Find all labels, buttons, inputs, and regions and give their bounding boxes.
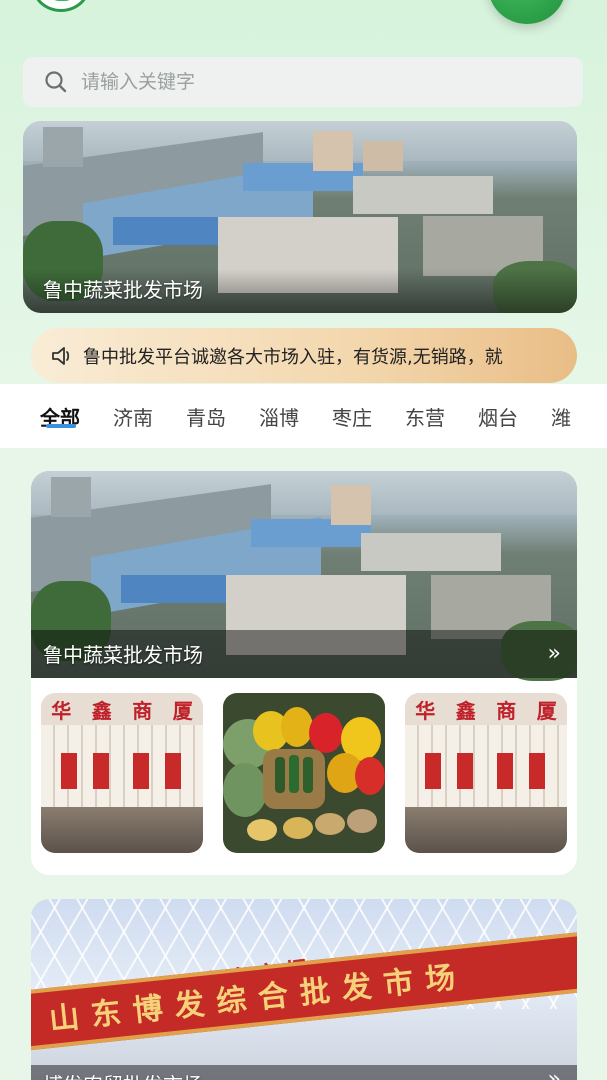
banner-caption: 鲁中蔬菜批发市场 bbox=[43, 278, 203, 302]
announcement-bar[interactable]: 鲁中批发平台诚邀各大市场入驻，有货源,无销路，就 bbox=[31, 328, 577, 383]
market-thumbnails: 华 鑫 商 厦 华 鑫 商 厦 bbox=[41, 693, 567, 853]
thumbnail-storefront[interactable]: 华 鑫 商 厦 bbox=[41, 693, 203, 853]
city-tabs: 全部 济南 青岛 淄博 枣庄 东营 烟台 潍 bbox=[0, 384, 607, 448]
storefront-sign: 华 鑫 商 厦 bbox=[405, 693, 567, 725]
active-tab-indicator bbox=[46, 424, 76, 428]
tab-zaozhuang[interactable]: 枣庄 bbox=[332, 402, 372, 431]
tab-jinan[interactable]: 济南 bbox=[113, 402, 153, 431]
tab-yantai[interactable]: 烟台 bbox=[478, 402, 518, 431]
tab-zibo[interactable]: 淄博 bbox=[259, 402, 299, 431]
double-chevron-right-icon[interactable]: » bbox=[548, 641, 561, 666]
tab-dongying[interactable]: 东营 bbox=[405, 402, 445, 431]
market-card-title: 博发农贸批发市场 bbox=[43, 1069, 203, 1080]
search-bar[interactable] bbox=[23, 57, 583, 107]
storefront-sign: 华 鑫 商 厦 bbox=[41, 693, 203, 725]
search-input[interactable] bbox=[81, 71, 521, 93]
market-card-image: 鲁中蔬菜批发市场 » bbox=[31, 471, 577, 681]
announcement-text: 鲁中批发平台诚邀各大市场入驻，有货源,无销路，就 bbox=[83, 346, 503, 368]
market-card[interactable]: 博农市场 山东博发综合批发市场 博发农贸批发市场 » bbox=[31, 899, 577, 1080]
thumbnail-storefront[interactable]: 华 鑫 商 厦 bbox=[405, 693, 567, 853]
market-card[interactable]: 鲁中蔬菜批发市场 » 华 鑫 商 厦 华 鑫 商 厦 bbox=[31, 471, 577, 875]
search-icon bbox=[43, 69, 69, 95]
speaker-icon bbox=[49, 343, 75, 369]
tab-weifang[interactable]: 潍 bbox=[551, 402, 571, 431]
tab-qingdao[interactable]: 青岛 bbox=[186, 402, 226, 431]
thumbnail-vegetables[interactable] bbox=[223, 693, 385, 853]
featured-banner[interactable]: 鲁中蔬菜批发市场 bbox=[23, 121, 577, 313]
double-chevron-right-icon[interactable]: » bbox=[548, 1067, 561, 1080]
market-card-title: 鲁中蔬菜批发市场 bbox=[43, 643, 203, 667]
